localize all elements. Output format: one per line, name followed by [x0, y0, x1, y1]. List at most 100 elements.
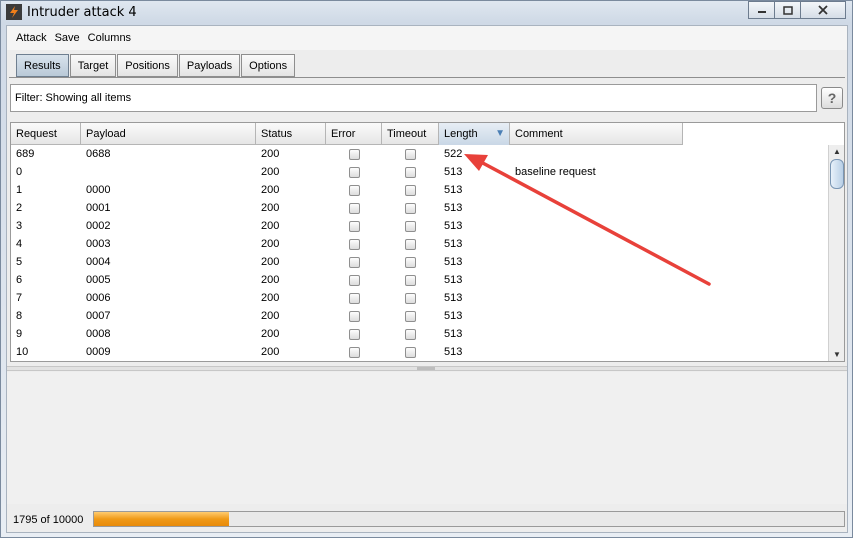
splitter-grip-icon[interactable] [417, 367, 435, 370]
error-checkbox[interactable] [348, 166, 360, 178]
cell-payload [81, 163, 256, 181]
scroll-down-icon[interactable]: ▼ [830, 348, 844, 361]
menu-attack[interactable]: Attack [16, 32, 47, 44]
cell-timeout [382, 307, 439, 325]
table-row[interactable]: 3 0002 200 513 [11, 217, 683, 235]
error-checkbox[interactable] [348, 256, 360, 268]
cell-error [326, 343, 382, 361]
cell-comment [510, 235, 683, 253]
cell-length: 513 [444, 292, 463, 304]
column-header-comment[interactable]: Comment [510, 123, 683, 145]
cell-payload: 0000 [86, 184, 111, 196]
maximize-button[interactable] [774, 1, 801, 19]
tab-positions[interactable]: Positions [117, 54, 178, 77]
cell-payload: 0009 [86, 346, 111, 358]
table-header: Request Payload Status Error Timeout Len… [11, 123, 683, 145]
table-row[interactable]: 7 0006 200 513 [11, 289, 683, 307]
title-bar[interactable]: Intruder attack 4 [1, 1, 852, 23]
cell-request: 6 [16, 274, 23, 286]
error-checkbox[interactable] [348, 292, 360, 304]
timeout-checkbox[interactable] [405, 220, 416, 232]
column-header-error[interactable]: Error [326, 123, 382, 145]
error-checkbox[interactable] [348, 328, 360, 340]
table-row[interactable]: 2 0001 200 513 [11, 199, 683, 217]
column-header-status[interactable]: Status [256, 123, 326, 145]
table-row[interactable]: 1 0000 200 513 [11, 181, 683, 199]
timeout-checkbox[interactable] [405, 238, 416, 250]
column-header-request[interactable]: Request [11, 123, 81, 145]
table-row[interactable]: 8 0007 200 513 [11, 307, 683, 325]
intruder-window: Intruder attack 4 Attack Save Columns Re… [0, 0, 853, 538]
cell-request: 689 [16, 148, 35, 160]
cell-error [326, 235, 382, 253]
error-checkbox[interactable] [348, 202, 360, 214]
error-checkbox[interactable] [348, 220, 360, 232]
help-button[interactable]: ? [821, 87, 843, 109]
timeout-checkbox[interactable] [405, 184, 416, 196]
tab-target[interactable]: Target [69, 54, 117, 77]
cell-comment [510, 217, 683, 235]
tab-options[interactable]: Options [241, 54, 296, 77]
timeout-checkbox[interactable] [405, 292, 416, 304]
table-row[interactable]: 5 0004 200 513 [11, 253, 683, 271]
cell-error [326, 325, 382, 343]
table-row[interactable]: 0 200 513 baseline request [11, 163, 683, 181]
cell-length: 513 [444, 328, 463, 340]
cell-length: 522 [444, 148, 463, 160]
cell-length: 513 [444, 310, 463, 322]
menu-bar: Attack Save Columns [7, 26, 847, 50]
cell-request: 3 [16, 220, 23, 232]
progress-fill [94, 512, 229, 526]
tab-results[interactable]: Results [16, 54, 69, 77]
cell-error [326, 253, 382, 271]
table-row[interactable]: 689 0688 200 522 [11, 145, 683, 163]
minimize-button[interactable] [748, 1, 775, 19]
cell-status: 200 [261, 238, 280, 250]
error-checkbox[interactable] [348, 148, 360, 160]
timeout-checkbox[interactable] [405, 256, 416, 268]
table-row[interactable]: 6 0005 200 513 [11, 271, 683, 289]
close-button[interactable] [800, 1, 846, 19]
error-checkbox[interactable] [348, 238, 360, 250]
filter-bar[interactable]: Filter: Showing all items [10, 84, 817, 112]
cell-timeout [382, 181, 439, 199]
cell-error [326, 163, 382, 181]
column-header-length[interactable]: Length ▼ [439, 123, 510, 145]
pane-splitter[interactable] [7, 366, 847, 371]
vertical-scrollbar[interactable]: ▲ ▼ [828, 145, 844, 361]
timeout-checkbox[interactable] [405, 310, 416, 322]
cell-request: 9 [16, 328, 23, 340]
cell-timeout [382, 235, 439, 253]
cell-comment: baseline request [515, 166, 596, 178]
cell-length: 513 [444, 274, 463, 286]
timeout-checkbox[interactable] [405, 148, 416, 160]
error-checkbox[interactable] [348, 184, 360, 196]
timeout-checkbox[interactable] [405, 328, 416, 340]
tab-bar: Results Target Positions Payloads Option… [16, 54, 296, 77]
table-row[interactable]: 9 0008 200 513 [11, 325, 683, 343]
timeout-checkbox[interactable] [405, 274, 416, 286]
timeout-checkbox[interactable] [405, 166, 416, 178]
cell-status: 200 [261, 274, 280, 286]
error-checkbox[interactable] [348, 310, 360, 322]
scroll-up-icon[interactable]: ▲ [830, 145, 844, 158]
scrollbar-thumb[interactable] [830, 159, 844, 189]
menu-save[interactable]: Save [55, 32, 80, 44]
tab-payloads[interactable]: Payloads [178, 54, 241, 77]
error-checkbox[interactable] [348, 346, 360, 358]
cell-length: 513 [444, 238, 463, 250]
cell-request: 10 [16, 346, 29, 358]
table-row[interactable]: 10 0009 200 513 [11, 343, 683, 361]
window-controls [748, 1, 846, 19]
error-checkbox[interactable] [348, 274, 360, 286]
table-row[interactable]: 4 0003 200 513 [11, 235, 683, 253]
cell-length: 513 [444, 346, 463, 358]
timeout-checkbox[interactable] [405, 346, 416, 358]
cell-status: 200 [261, 346, 280, 358]
menu-columns[interactable]: Columns [88, 32, 131, 44]
column-header-payload[interactable]: Payload [81, 123, 256, 145]
timeout-checkbox[interactable] [405, 202, 416, 214]
cell-error [326, 217, 382, 235]
cell-request: 0 [16, 166, 23, 178]
column-header-timeout[interactable]: Timeout [382, 123, 439, 145]
